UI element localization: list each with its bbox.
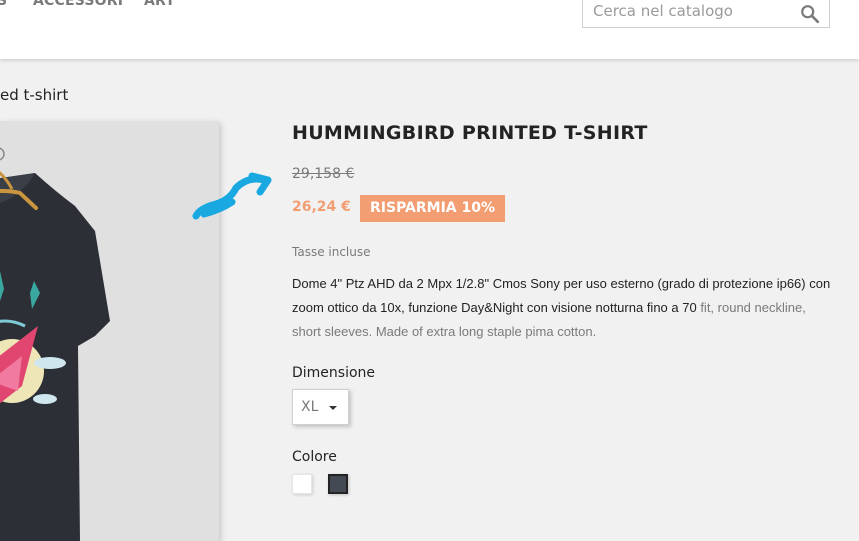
- tshirt-image: [0, 147, 110, 541]
- color-label: Colore: [292, 449, 337, 465]
- search-input[interactable]: [593, 0, 783, 23]
- arrow-annotation: [192, 172, 272, 220]
- tax-note: Tasse incluse: [292, 245, 371, 259]
- nav-item-accessori[interactable]: ACCESSORI: [33, 0, 123, 9]
- color-swatch-white[interactable]: [292, 474, 312, 494]
- color-swatch-black[interactable]: [328, 474, 348, 494]
- nav-item-partial[interactable]: S: [0, 0, 7, 9]
- product-image[interactable]: [0, 121, 219, 541]
- size-select[interactable]: XL: [292, 389, 349, 425]
- size-selected-value: XL: [301, 399, 319, 415]
- discount-badge: RISPARMIA 10%: [360, 195, 506, 222]
- nav-item-art[interactable]: ART: [144, 0, 175, 9]
- caret-down-icon: [329, 406, 337, 410]
- size-label: Dimensione: [292, 365, 376, 381]
- product-description: Dome 4" Ptz AHD da 2 Mpx 1/2.8" Cmos Son…: [292, 272, 837, 344]
- breadcrumb-current: ed t-shirt: [0, 86, 69, 104]
- site-header: S ACCESSORI ART: [0, 0, 859, 59]
- search-widget: [582, 0, 830, 28]
- product-title: HUMMINGBIRD PRINTED T-SHIRT: [292, 122, 648, 144]
- zoom-icon[interactable]: [0, 147, 5, 161]
- current-price: 26,24 €: [292, 199, 351, 215]
- search-icon[interactable]: [799, 3, 821, 25]
- old-price: 29,158 €: [292, 166, 355, 182]
- breadcrumb: ed t-shirt: [0, 86, 68, 104]
